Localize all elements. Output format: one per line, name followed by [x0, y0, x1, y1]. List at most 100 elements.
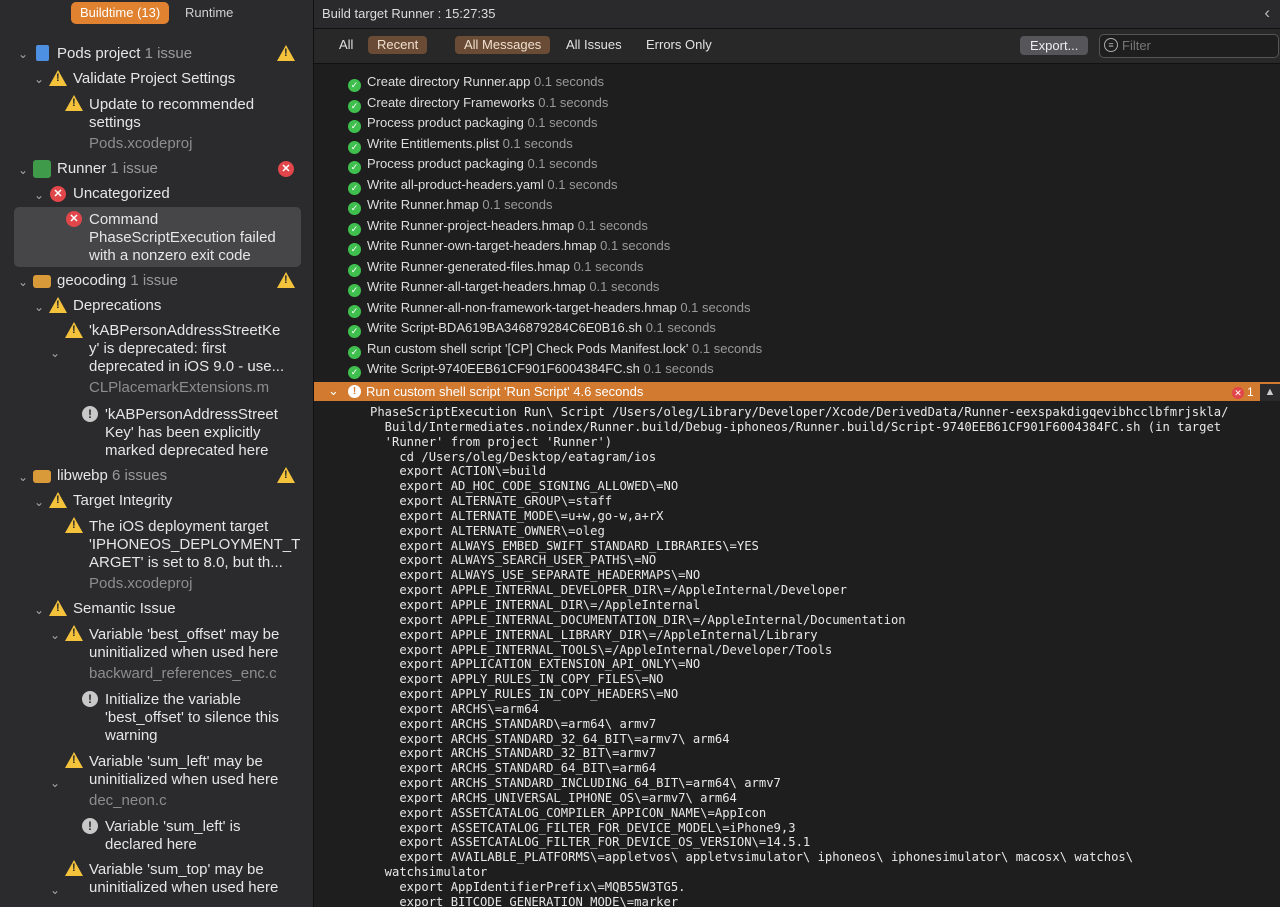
chevron-down-icon[interactable]: ⌄: [32, 72, 46, 86]
success-check-icon: ✓: [348, 181, 361, 195]
log-step-duration: 0.1 seconds: [573, 258, 644, 274]
chevron-left-icon[interactable]: ‹: [1264, 3, 1270, 23]
log-step-row[interactable]: ✓ Create directory Runner.app 0.1 seconds: [348, 74, 604, 94]
failed-step-row[interactable]: ⌄ ! Run custom shell script 'Run Script'…: [314, 382, 1280, 401]
category-uncategorized[interactable]: Uncategorized: [73, 185, 170, 202]
log-step-row[interactable]: ✓ Write Runner.hmap 0.1 seconds: [348, 197, 553, 217]
log-step-duration: 0.1 seconds: [680, 299, 751, 315]
issue-count: 6 issues: [112, 467, 168, 484]
scroll-up-button[interactable]: ▲: [1260, 384, 1280, 401]
chevron-down-icon[interactable]: ⌄: [16, 163, 30, 177]
issue-ios-deployment[interactable]: The iOS deployment target 'IPHONEOS_DEPL…: [89, 518, 300, 593]
issue-best-offset[interactable]: Variable 'best_offset' may be uninitiali…: [89, 626, 279, 683]
group-libwebp[interactable]: libwebp 6 issues: [57, 467, 167, 484]
issue-sum-left[interactable]: Variable 'sum_left' may be uninitialized…: [89, 753, 278, 810]
log-step-row[interactable]: ✓ Run custom shell script '[CP] Check Pod…: [348, 341, 762, 361]
filter-recent-button[interactable]: Recent: [368, 36, 428, 54]
log-step-row[interactable]: ✓ Write all-product-headers.yaml 0.1 seco…: [348, 177, 618, 197]
log-step-row[interactable]: ✓ Write Runner-generated-files.hmap 0.1 s…: [348, 259, 644, 279]
log-step-duration: 0.1 seconds: [527, 115, 598, 130]
issue-text: Update to recommended: [89, 96, 255, 113]
log-step-row[interactable]: ✓ Write Script-9740EEB61CF901F6004384FC.s…: [348, 361, 714, 381]
note-icon: !: [82, 818, 98, 834]
note-sum-left[interactable]: Variable 'sum_left' is declared here: [105, 818, 241, 854]
chevron-down-icon[interactable]: ⌄: [16, 47, 30, 61]
log-step-duration: 0.1 seconds: [527, 156, 598, 171]
log-step-duration: 0.1 seconds: [533, 74, 605, 89]
export-button[interactable]: Export...: [1020, 36, 1089, 55]
category-deprecations[interactable]: Deprecations: [73, 297, 161, 314]
error-icon: ✕: [50, 186, 66, 202]
console-line: PhaseScriptExecution Run\ Script /Users/…: [370, 405, 1229, 419]
log-step-row[interactable]: ✓ Process product packaging 0.1 seconds: [348, 115, 598, 135]
chevron-down-icon[interactable]: ⌄: [48, 346, 62, 360]
log-step-row[interactable]: ✓ Write Runner-project-headers.hmap 0.1 s…: [348, 218, 648, 238]
console-line: export ASSETCATALOG_COMPILER_APPICON_NAM…: [370, 805, 767, 820]
tab-buildtime[interactable]: Buildtime (13): [71, 2, 170, 24]
chevron-down-icon[interactable]: ⌄: [32, 495, 46, 509]
issue-sum-top[interactable]: Variable 'sum_top' may be uninitialized …: [89, 861, 278, 897]
chevron-down-icon[interactable]: ⌄: [32, 603, 46, 617]
log-step-duration: 0.1 seconds: [692, 340, 763, 356]
console-line: export ARCHS_STANDARD\=arm64\ armv7: [370, 716, 657, 731]
tab-runtime[interactable]: Runtime: [176, 2, 242, 24]
errors-only-button[interactable]: Errors Only: [637, 36, 721, 54]
all-messages-button[interactable]: All Messages: [455, 36, 551, 54]
log-step-row[interactable]: ✓ Write Runner-own-target-headers.hmap 0.…: [348, 238, 670, 258]
log-step-row[interactable]: ✓ Write Runner-all-non-framework-target-h…: [348, 300, 750, 320]
log-step-duration: 0.1 seconds: [600, 238, 671, 253]
error-icon: ✕: [1232, 387, 1244, 399]
success-check-icon: ✓: [348, 284, 361, 297]
log-step-row[interactable]: ✓ Process product packaging 0.1 seconds: [348, 156, 598, 176]
console-line: export BITCODE_GENERATION_MODE\=marker: [370, 894, 679, 907]
issue-text: uninitialized when used here: [89, 771, 279, 788]
console-line: export APPLY_RULES_IN_COPY_FILES\=NO: [370, 672, 664, 687]
note-best-offset[interactable]: Initialize the variable 'best_offset' to…: [105, 691, 279, 745]
chevron-down-icon[interactable]: ⌄: [16, 275, 30, 289]
category-validate-settings[interactable]: Validate Project Settings: [73, 70, 235, 87]
log-step-row[interactable]: ✓ Write Script-BDA619BA346879284C6E0B16.s…: [348, 320, 716, 340]
filter-all-button[interactable]: All: [330, 36, 362, 54]
error-icon: ✕: [66, 211, 82, 227]
category-semantic-issue[interactable]: Semantic Issue: [73, 600, 176, 617]
console-line: watchsimulator: [370, 865, 488, 880]
page-title: Build target Runner : 15:27:35: [322, 6, 496, 21]
warning-icon: [65, 95, 83, 111]
filter-placeholder: Filter: [1122, 38, 1151, 53]
chevron-down-icon[interactable]: ⌄: [32, 188, 46, 202]
group-title: Pods project: [57, 45, 141, 62]
log-step-text: Write Entitlements.plist: [367, 135, 499, 151]
issue-kab-deprecated[interactable]: 'kABPersonAddressStreetKe y' is deprecat…: [89, 322, 284, 397]
success-check-icon: ✓: [348, 202, 361, 215]
chevron-down-icon[interactable]: ⌄: [48, 883, 62, 897]
note-kab-deprecated[interactable]: 'kABPersonAddressStreet Key' has been ex…: [105, 406, 278, 460]
console-line: export APPLE_INTERNAL_DOCUMENTATION_DIR\…: [370, 612, 906, 627]
warning-icon: [277, 467, 295, 483]
chevron-down-icon[interactable]: ⌄: [48, 628, 62, 642]
log-step-text: Write Runner-all-target-headers.hmap: [367, 279, 586, 294]
console-line: export ALWAYS_USE_SEPARATE_HEADERMAPS\=N…: [370, 568, 701, 583]
log-step-text: Write Runner-generated-files.hmap: [367, 258, 570, 274]
chevron-down-icon[interactable]: ⌄: [32, 300, 46, 314]
group-pods-project[interactable]: Pods project 1 issue: [57, 45, 192, 62]
group-runner[interactable]: Runner 1 issue: [57, 160, 158, 177]
log-step-duration: 0.1 seconds: [482, 197, 553, 212]
issue-command-failed[interactable]: Command PhaseScriptExecution failed with…: [89, 211, 276, 265]
group-geocoding[interactable]: geocoding 1 issue: [57, 272, 178, 289]
failed-step-text: Run custom shell script 'Run Script' 4.6…: [366, 384, 644, 399]
all-issues-button[interactable]: All Issues: [557, 36, 631, 54]
log-step-row[interactable]: ✓ Write Runner-all-target-headers.hmap 0.…: [348, 279, 659, 299]
note-text: Variable 'sum_left' is: [105, 818, 241, 835]
log-step-row[interactable]: ✓ Create directory Frameworks 0.1 seconds: [348, 95, 608, 115]
filter-field[interactable]: ≡ Filter: [1099, 34, 1279, 58]
issue-text: 'kABPersonAddressStreetKe: [89, 322, 281, 339]
log-step-row[interactable]: ✓ Write Entitlements.plist 0.1 seconds: [348, 136, 573, 156]
warning-icon: [49, 600, 67, 616]
issue-update-recommended[interactable]: Update to recommended settings Pods.xcod…: [89, 96, 254, 153]
chevron-down-icon[interactable]: ⌄: [48, 776, 62, 790]
chevron-down-icon[interactable]: ⌄: [16, 470, 30, 484]
console-line: export APPLE_INTERNAL_DIR\=/AppleInterna…: [370, 597, 701, 612]
console-line: Build/Intermediates.noindex/Runner.build…: [370, 419, 1222, 434]
chevron-down-icon[interactable]: ⌄: [328, 383, 339, 399]
category-target-integrity[interactable]: Target Integrity: [73, 492, 172, 509]
